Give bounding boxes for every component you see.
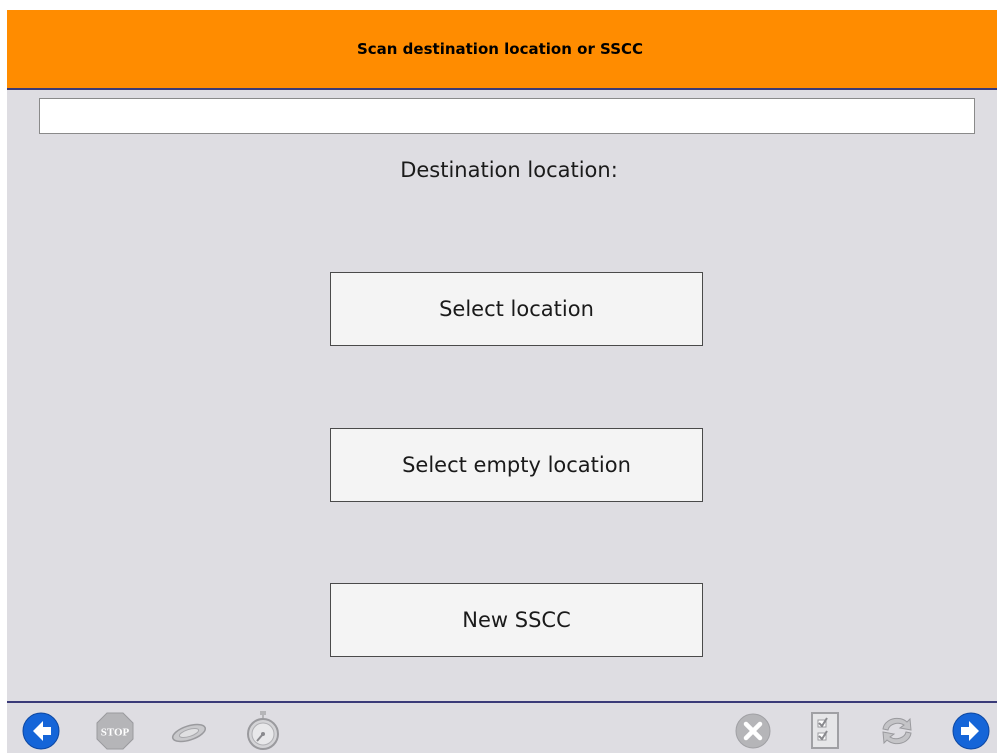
app-frame: Scan destination location or SSCC Destin… [7,10,997,753]
refresh-icon[interactable] [877,711,917,751]
cancel-icon[interactable] [733,711,773,751]
stop-icon-label: STOP [101,727,130,739]
scan-input[interactable] [39,98,975,134]
page-title: Scan destination location or SSCC [356,40,644,58]
checklist-icon[interactable] [806,711,846,751]
destination-location-label: Destination location: [400,158,618,182]
stop-icon[interactable]: STOP [95,711,135,751]
select-empty-location-button[interactable]: Select empty location [330,428,703,502]
stopwatch-icon[interactable] [243,711,283,751]
back-arrow-icon[interactable] [21,711,61,751]
select-location-button[interactable]: Select location [330,272,703,346]
header-bar: Scan destination location or SSCC [7,10,997,90]
bottom-toolbar: STOP [7,701,997,753]
new-sscc-button[interactable]: New SSCC [330,583,703,657]
scanner-icon[interactable] [169,711,209,751]
forward-arrow-icon[interactable] [951,711,991,751]
